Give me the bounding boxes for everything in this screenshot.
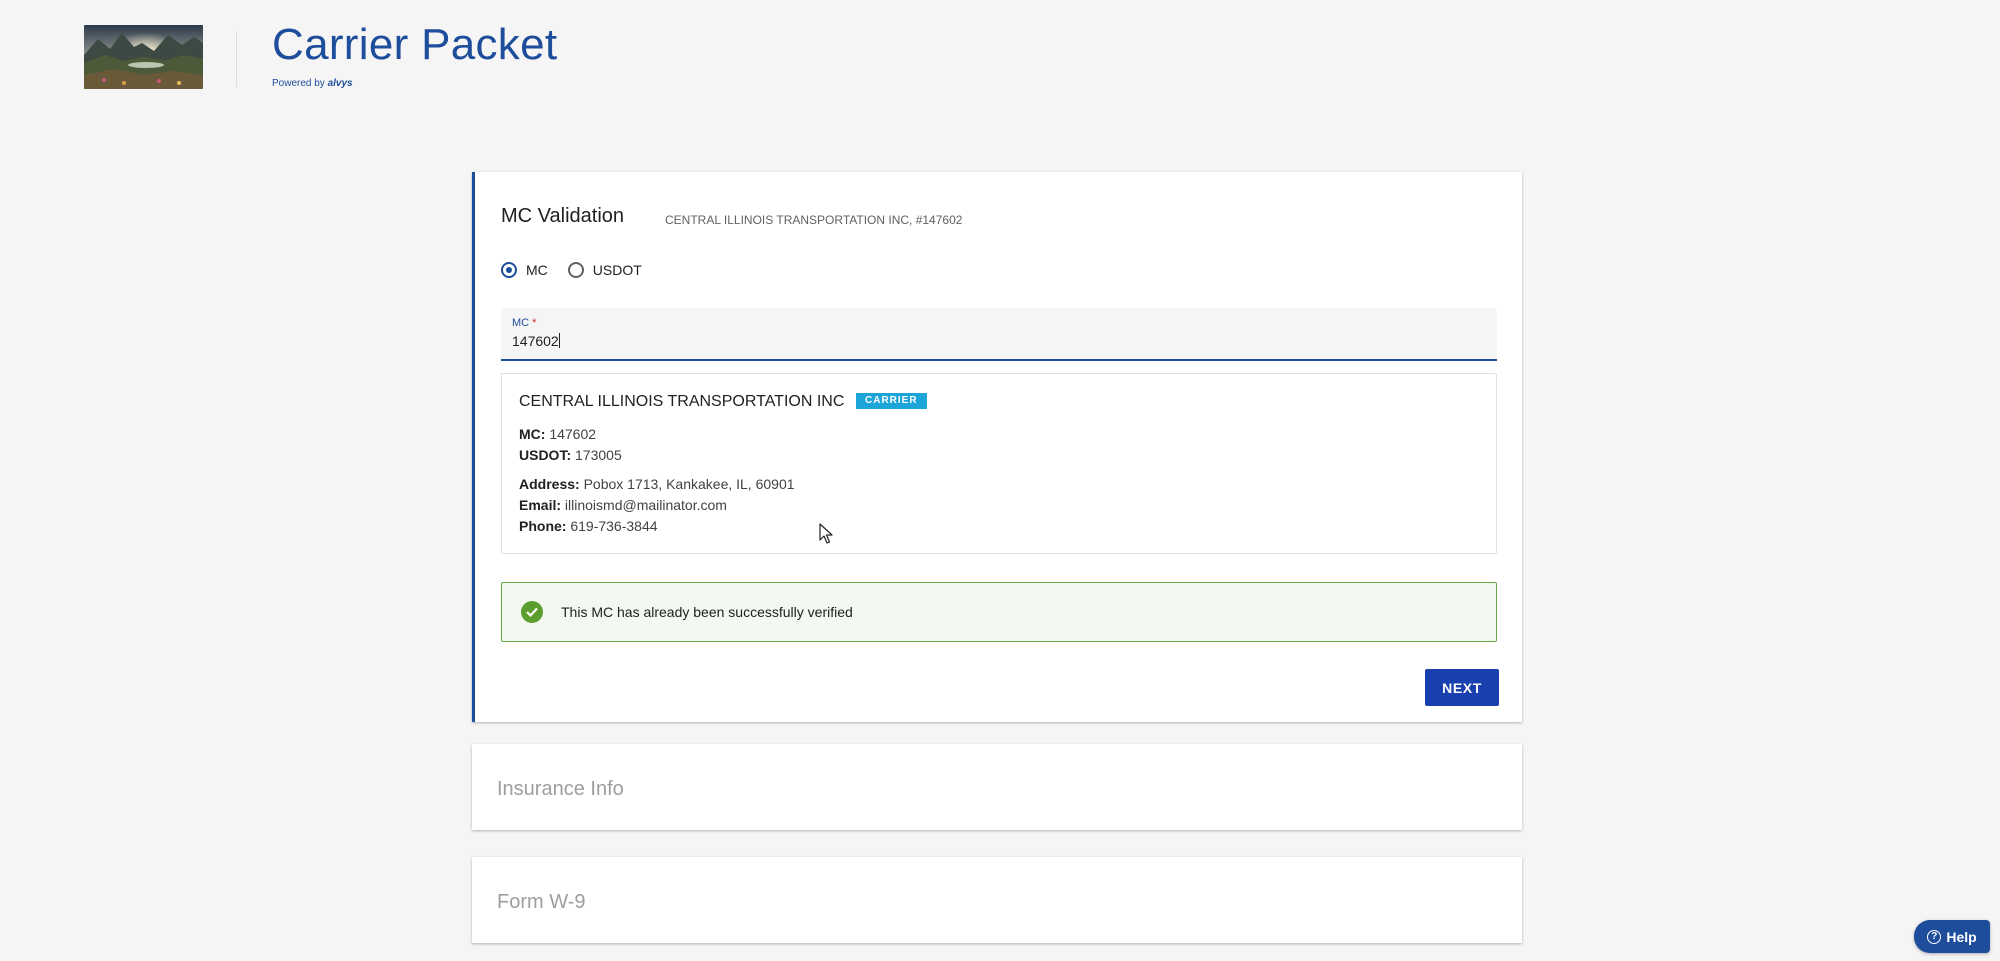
check-circle-icon: [521, 601, 543, 623]
carrier-usdot-label: USDOT:: [519, 447, 572, 463]
company-logo-image: [84, 25, 203, 89]
app-header: Carrier Packet Powered by alvys: [0, 0, 2000, 110]
mouse-cursor-icon: [819, 523, 833, 550]
next-button[interactable]: NEXT: [1425, 669, 1499, 706]
carrier-email-label: Email:: [519, 497, 562, 513]
carrier-usdot-value: 173005: [575, 447, 622, 463]
verification-success-alert: This MC has already been successfully ve…: [501, 582, 1497, 642]
insurance-info-card[interactable]: Insurance Info: [472, 744, 1522, 830]
mc-input-value[interactable]: 147602: [512, 333, 559, 349]
radio-mc[interactable]: MC: [501, 262, 548, 278]
required-marker: *: [532, 317, 537, 329]
radio-usdot-label[interactable]: USDOT: [593, 262, 642, 278]
help-label[interactable]: Help: [1946, 929, 1976, 945]
help-button[interactable]: ? Help: [1914, 920, 1990, 953]
identifier-type-radio-group: MC USDOT: [501, 262, 662, 278]
carrier-info-box: CENTRAL ILLINOIS TRANSPORTATION INC CARR…: [501, 373, 1497, 554]
carrier-phone-label: Phone:: [519, 518, 567, 534]
carrier-mc-label: MC:: [519, 426, 546, 442]
mc-input-value-wrap[interactable]: 147602: [512, 333, 560, 349]
insurance-info-title[interactable]: Insurance Info: [497, 778, 624, 801]
form-w9-card[interactable]: Form W-9: [472, 857, 1522, 943]
carrier-name: CENTRAL ILLINOIS TRANSPORTATION INC: [519, 393, 845, 410]
carrier-mc-value: 147602: [549, 426, 597, 442]
mc-input-label: MC *: [512, 317, 536, 329]
radio-mc-circle[interactable]: [501, 262, 517, 278]
radio-mc-label[interactable]: MC: [526, 262, 548, 278]
carrier-usdot-line: USDOT: 173005: [519, 447, 622, 463]
radio-usdot-circle[interactable]: [567, 262, 584, 278]
carrier-email-value: illinoismd@mailinator.com: [564, 497, 727, 513]
carrier-phone-value: 619-736-3844: [570, 518, 658, 534]
form-w9-title[interactable]: Form W-9: [497, 891, 586, 914]
mc-validation-subtitle: CENTRAL ILLINOIS TRANSPORTATION INC, #14…: [665, 213, 963, 227]
radio-usdot[interactable]: USDOT: [567, 262, 642, 278]
carrier-email-line: Email: illinoismd@mailinator.com: [519, 497, 727, 513]
carrier-phone-line: Phone: 619-736-3844: [519, 518, 658, 534]
help-circle-icon: ?: [1927, 929, 1942, 944]
text-caret: [558, 333, 560, 348]
carrier-badge: CARRIER: [856, 393, 927, 409]
carrier-address-line: Address: Pobox 1713, Kankakee, IL, 60901: [519, 476, 795, 492]
mc-validation-title: MC Validation: [501, 205, 625, 227]
carrier-address-label: Address:: [519, 476, 580, 492]
powered-by-prefix: Powered by: [272, 78, 328, 89]
carrier-address-value: Pobox 1713, Kankakee, IL, 60901: [583, 476, 795, 492]
carrier-mc-line: MC: 147602: [519, 426, 596, 442]
header-divider: [236, 31, 237, 87]
mc-input-field[interactable]: MC * 147602: [501, 308, 1497, 361]
mc-validation-card: MC Validation CENTRAL ILLINOIS TRANSPORT…: [472, 172, 1522, 722]
powered-by-brand: alvys: [327, 78, 353, 89]
powered-by-text: Powered by alvys: [272, 78, 353, 89]
mc-input-label-text: MC: [512, 317, 530, 329]
alert-text: This MC has already been successfully ve…: [561, 604, 853, 620]
page-title: Carrier Packet: [272, 20, 558, 69]
